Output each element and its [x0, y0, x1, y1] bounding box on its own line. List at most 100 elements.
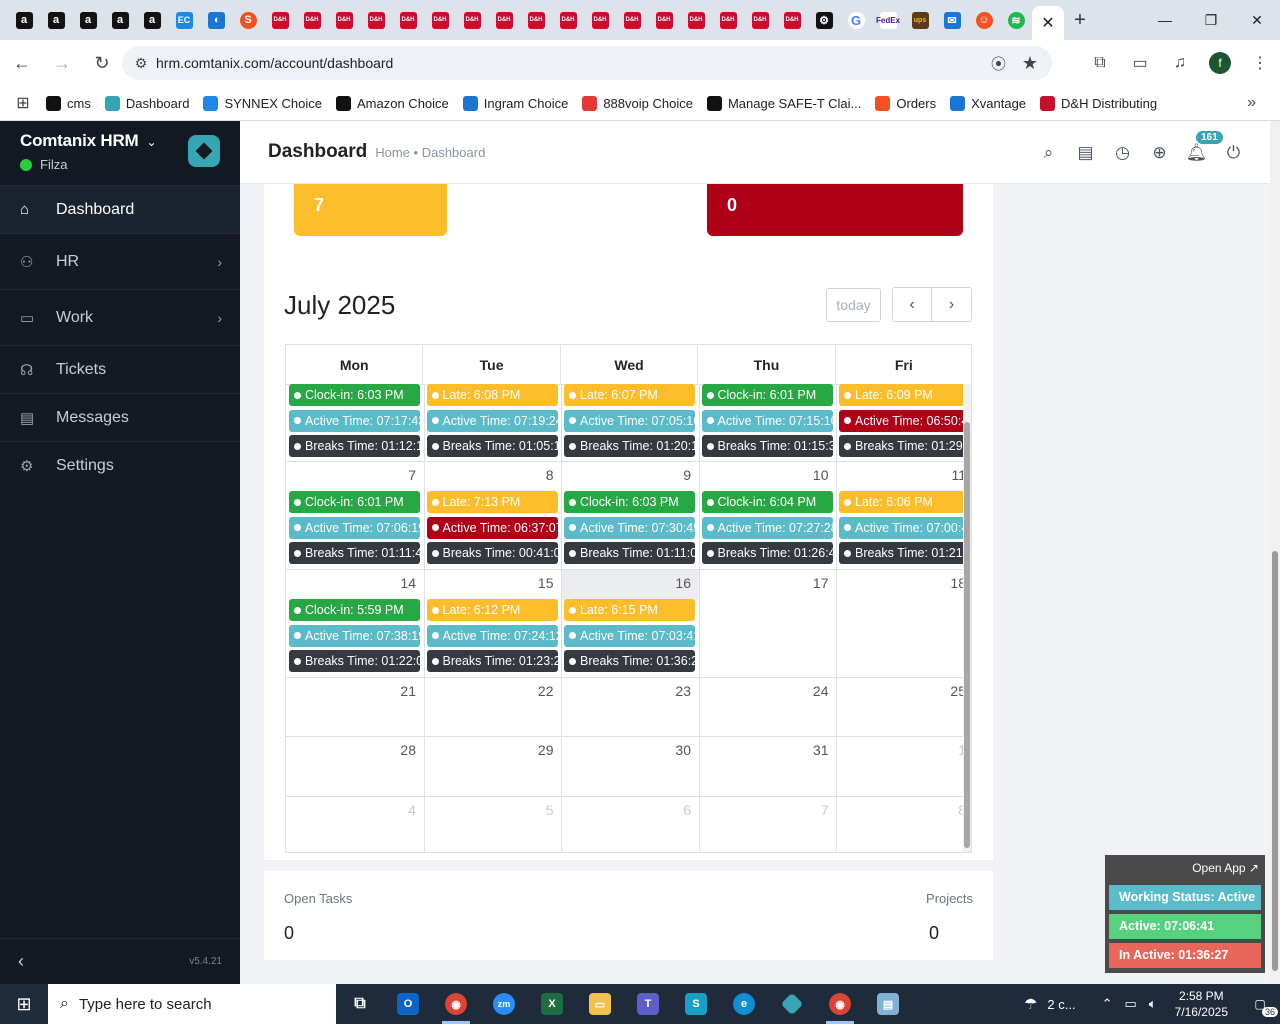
dh-tab-icon[interactable]: D&H — [680, 0, 712, 40]
calendar-event[interactable]: Late: 6:07 PM — [564, 384, 695, 406]
bookmark-item[interactable]: Orders — [875, 95, 936, 111]
bookmark-item[interactable]: SYNNEX Choice — [203, 95, 322, 111]
sidebar-item-tickets[interactable]: ☊ Tickets — [0, 345, 240, 393]
calendar-event[interactable]: Active Time: 06:37:07 — [426, 516, 558, 539]
calendar-event[interactable]: Active Time: 07:24:12 — [426, 624, 558, 647]
restore-icon[interactable]: ❐ — [1188, 0, 1234, 40]
orders-tab-icon[interactable]: S — [232, 0, 264, 40]
day-number[interactable]: 10 — [699, 467, 829, 483]
open-app-link[interactable]: Open App ↗ — [1192, 861, 1259, 875]
search-icon[interactable]: ⌕ — [1030, 143, 1067, 163]
notes-icon[interactable]: ▤ — [1067, 143, 1104, 163]
calendar-event[interactable]: Clock-in: 6:03 PM — [564, 491, 695, 513]
dh-tab-icon[interactable]: D&H — [392, 0, 424, 40]
calendar-event[interactable]: Breaks Time: 01:11:40 — [289, 542, 420, 564]
bookmarks-overflow-icon[interactable]: » — [1247, 94, 1256, 112]
calendar-event[interactable]: Late: 6:08 PM — [426, 384, 558, 406]
calendar-event[interactable]: Breaks Time: 01:29:3 — [839, 435, 970, 457]
dh-tab-icon[interactable]: D&H — [488, 0, 520, 40]
kpi-card-yellow[interactable]: 7 — [294, 184, 447, 236]
day-number[interactable]: 11 — [836, 467, 966, 483]
day-number[interactable]: 8 — [836, 802, 966, 818]
day-number[interactable]: 28 — [286, 742, 416, 758]
calendar-event[interactable]: Breaks Time: 01:21:1 — [839, 542, 970, 564]
dh-tab-icon[interactable]: D&H — [552, 0, 584, 40]
back-icon[interactable]: ← — [4, 45, 40, 81]
sidebar-item-hr[interactable]: ⚇ HR › — [0, 233, 240, 289]
kpi-card-red[interactable]: 0 — [707, 184, 963, 236]
notepad-icon[interactable]: ▤ — [864, 984, 912, 1024]
bookmark-star-icon[interactable]: ★ — [1022, 53, 1038, 74]
day-number[interactable]: 18 — [836, 575, 966, 591]
dh-tab-icon[interactable]: D&H — [520, 0, 552, 40]
app-s-icon[interactable]: S — [672, 984, 720, 1024]
calendar-event[interactable]: Clock-in: 6:03 PM — [289, 384, 420, 406]
chevron-down-icon[interactable]: ⌄ — [147, 135, 157, 149]
calendar-event[interactable]: Breaks Time: 01:05:14 — [426, 435, 558, 457]
dh-tab-icon[interactable]: D&H — [712, 0, 744, 40]
bookmark-item[interactable]: Ingram Choice — [462, 95, 568, 111]
day-number[interactable]: 14 — [286, 575, 416, 591]
day-number[interactable]: 31 — [699, 742, 829, 758]
tool-tab-icon[interactable]: ⚙ — [808, 0, 840, 40]
task-view-icon[interactable]: ⧉ — [336, 984, 384, 1024]
day-number[interactable]: 6 — [561, 802, 691, 818]
usps-tab-icon[interactable]: ✉ — [936, 0, 968, 40]
omnibox[interactable]: ⚙ hrm.comtanix.com/account/dashboard ⦿ ★ — [122, 46, 1052, 80]
calendar-scrollbar[interactable] — [963, 384, 971, 852]
reload-icon[interactable]: ↻ — [84, 45, 120, 81]
windows-start-icon[interactable]: ⊞ — [0, 984, 48, 1024]
taskbar-search[interactable]: ⌕ Type here to search — [48, 984, 336, 1024]
teams-icon[interactable]: T — [624, 984, 672, 1024]
dh-tab-icon[interactable]: D&H — [616, 0, 648, 40]
bookmark-item[interactable]: 888voip Choice — [582, 95, 693, 111]
calendar-event[interactable]: Active Time: 07:06:19 — [289, 516, 420, 539]
calendar-event[interactable]: Active Time: 07:00:4 — [839, 516, 970, 539]
amazon-tab-icon[interactable]: a — [72, 0, 104, 40]
calendar-event[interactable]: Active Time: 07:19:24 — [426, 409, 558, 432]
dh-tab-icon[interactable]: D&H — [776, 0, 808, 40]
calendar-event[interactable]: Breaks Time: 01:12:15 — [289, 435, 420, 457]
calendar-event[interactable]: Breaks Time: 01:20:19 — [564, 435, 695, 457]
calendar-event[interactable]: Late: 6:12 PM — [426, 599, 558, 621]
amazon-tab-icon[interactable]: a — [8, 0, 40, 40]
sidebar-item-dashboard[interactable]: ⌂ Dashboard — [0, 185, 240, 233]
amazon-tab-icon[interactable]: a — [136, 0, 168, 40]
new-tab-button[interactable]: + — [1064, 9, 1096, 32]
zoom-icon[interactable]: zm — [480, 984, 528, 1024]
hrm-app-icon[interactable] — [768, 984, 816, 1024]
forward-icon[interactable]: → — [44, 45, 80, 81]
day-number[interactable]: 4 — [286, 802, 416, 818]
site-info-icon[interactable]: ⚙ — [126, 55, 156, 72]
bookmark-item[interactable]: Amazon Choice — [336, 95, 449, 111]
media-icon[interactable]: ♫ — [1160, 54, 1200, 72]
bookmark-item[interactable]: Manage SAFE-T Clai... — [706, 95, 861, 111]
day-number[interactable]: 15 — [424, 575, 554, 591]
day-number[interactable]: 17 — [699, 575, 829, 591]
prev-month-icon[interactable]: ‹ — [892, 287, 932, 322]
amazon-tab-icon[interactable]: a — [104, 0, 136, 40]
calendar-event[interactable]: Breaks Time: 01:23:26 — [426, 650, 558, 672]
apps-grid-icon[interactable]: ⊞ — [0, 93, 46, 113]
day-number[interactable]: 24 — [699, 683, 829, 699]
calendar-event[interactable]: Active Time: 07:05:16 — [564, 409, 695, 432]
calendar-event[interactable]: Late: 6:15 PM — [564, 599, 695, 621]
calendar-event[interactable]: Clock-in: 6:04 PM — [701, 491, 833, 513]
bookmark-item[interactable]: Dashboard — [104, 95, 189, 111]
bookmark-item[interactable]: Xvantage — [950, 95, 1026, 111]
close-window-icon[interactable]: ✕ — [1234, 0, 1280, 40]
chrome-icon[interactable]: ◉ — [432, 984, 480, 1024]
file-explorer-icon[interactable]: ▭ — [576, 984, 624, 1024]
weather-icon[interactable]: ☂ — [1024, 995, 1037, 1013]
day-number[interactable]: 25 — [836, 683, 966, 699]
calendar-event[interactable]: Active Time: 06:50:49 — [839, 409, 970, 432]
day-number[interactable]: 16 — [561, 575, 691, 591]
cast-icon[interactable]: ▭ — [1120, 53, 1160, 73]
day-number[interactable]: 9 — [561, 467, 691, 483]
calendar-event[interactable]: Breaks Time: 01:15:31 — [701, 435, 833, 457]
add-icon[interactable]: ⊕ — [1141, 143, 1178, 163]
outlook-icon[interactable]: O — [384, 984, 432, 1024]
calendar-event[interactable]: Late: 6:09 PM — [839, 384, 970, 406]
calendar-event[interactable]: Late: 7:13 PM — [426, 491, 558, 513]
url-text[interactable]: hrm.comtanix.com/account/dashboard — [156, 55, 393, 71]
